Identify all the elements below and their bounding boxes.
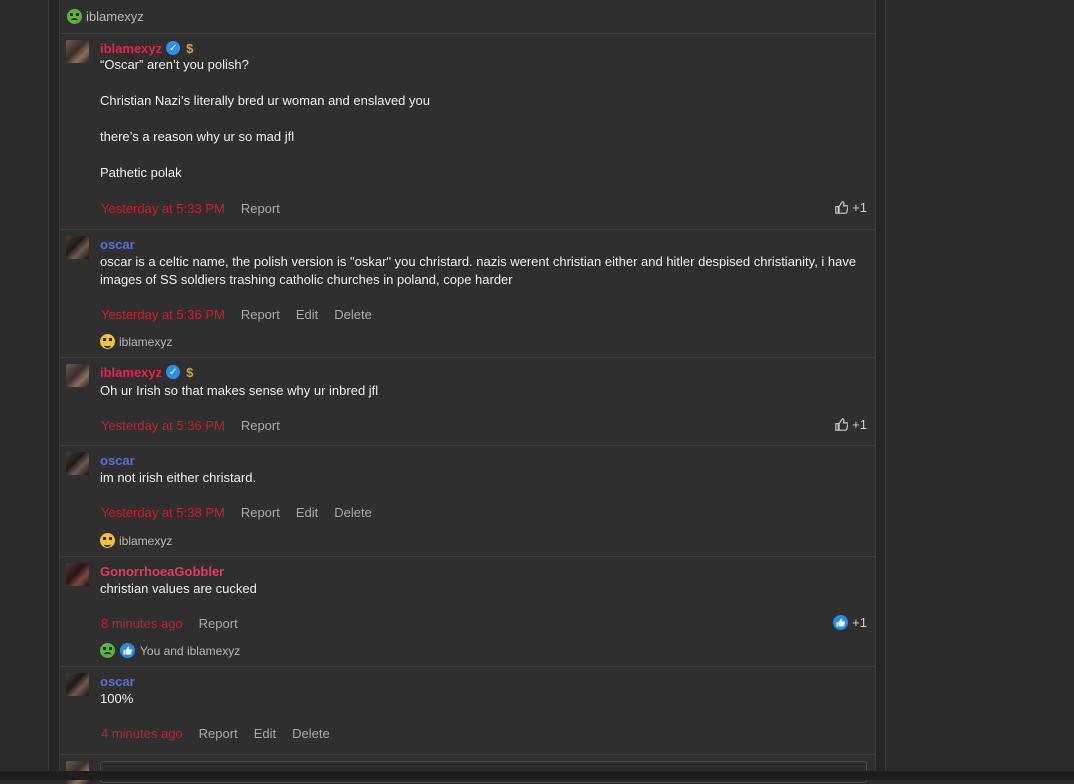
comment-meta: 8 minutes ago Report [100, 615, 238, 631]
comment: oscar im not irish either christard. Yes… [60, 446, 875, 557]
avatar[interactable] [66, 40, 89, 63]
reaction-summary[interactable]: iblamexyz [60, 0, 875, 34]
nerd-emoji-icon [100, 533, 115, 548]
comment-line: Oh ur Irish so that makes sense why ur i… [100, 383, 379, 398]
username[interactable]: GonorrhoeaGobbler [100, 564, 224, 579]
like-count: +1 [852, 417, 867, 432]
reaction-users[interactable]: iblamexyz [119, 335, 172, 349]
avatar[interactable] [66, 673, 89, 696]
reaction-users[interactable]: iblamexyz [119, 534, 172, 548]
comment-line: Christian Nazi’s literally bred ur woman… [100, 93, 430, 108]
reaction-users[interactable]: You and iblamexyz [140, 644, 240, 658]
comment-line: christian values are cucked [100, 581, 257, 596]
like-button[interactable]: +1 [835, 200, 867, 215]
comment: GonorrhoeaGobbler christian values are c… [60, 557, 875, 667]
comment: iblamexyz ✓ $ Oh ur Irish so that makes … [60, 358, 875, 446]
comment-meta: Yesterday at 5:36 PM Report Edit Delete [100, 306, 372, 322]
comment-meta: 4 minutes ago Report Edit Delete [100, 725, 330, 741]
timestamp[interactable]: Yesterday at 5:38 PM [101, 505, 225, 520]
reaction-users[interactable]: iblamexyz [86, 9, 144, 24]
sick-emoji-icon [100, 643, 115, 658]
comment-meta: Yesterday at 5:33 PM Report [100, 200, 280, 216]
reaction-summary[interactable]: iblamexyz [100, 533, 172, 548]
comment: iblamexyz ✓ $ “Oscar” aren’t you polish?… [60, 34, 875, 230]
timestamp[interactable]: Yesterday at 5:36 PM [101, 307, 225, 322]
avatar[interactable] [66, 452, 89, 475]
comment-header: oscar [100, 236, 135, 252]
report-button[interactable]: Report [241, 201, 280, 216]
bottom-bar [0, 771, 1074, 780]
timestamp[interactable]: 4 minutes ago [101, 726, 183, 741]
comment: oscar 100% 4 minutes ago Report Edit Del… [60, 667, 875, 755]
like-count: +1 [852, 615, 867, 630]
comment-body: “Oscar” aren’t you polish? Christian Naz… [100, 56, 430, 182]
username[interactable]: oscar [100, 674, 135, 689]
avatar[interactable] [66, 563, 89, 586]
report-button[interactable]: Report [199, 616, 238, 631]
username[interactable]: oscar [100, 453, 135, 468]
report-button[interactable]: Report [241, 505, 280, 520]
comment-meta: Yesterday at 5:38 PM Report Edit Delete [100, 504, 372, 520]
comment-line: “Oscar” aren’t you polish? [100, 57, 249, 72]
verified-badge-icon: ✓ [166, 365, 181, 379]
like-button[interactable]: +1 [835, 417, 867, 432]
avatar[interactable] [66, 364, 89, 387]
edit-button[interactable]: Edit [296, 307, 318, 322]
avatar[interactable] [66, 236, 89, 259]
report-button[interactable]: Report [241, 307, 280, 322]
delete-button[interactable]: Delete [334, 505, 372, 520]
thumbs-up-icon [835, 201, 849, 214]
delete-button[interactable]: Delete [334, 307, 372, 322]
reaction-summary[interactable]: iblamexyz [100, 334, 172, 349]
thumbs-up-icon [835, 418, 849, 431]
thread-container: iblamexyz iblamexyz ✓ $ “Oscar” aren’t y… [48, 0, 886, 784]
verified-badge-icon: ✓ [166, 41, 181, 55]
thumbs-up-icon [833, 615, 849, 630]
timestamp[interactable]: 8 minutes ago [101, 616, 183, 631]
comment-header: oscar [100, 673, 135, 689]
like-button[interactable]: +1 [833, 615, 867, 630]
username[interactable]: iblamexyz [100, 365, 162, 380]
thumbs-up-icon [120, 643, 135, 658]
edit-button[interactable]: Edit [296, 505, 318, 520]
comment-line: Pathetic polak [100, 165, 182, 180]
comment-header: iblamexyz ✓ $ [100, 40, 193, 56]
timestamp[interactable]: Yesterday at 5:36 PM [101, 418, 225, 433]
comment-header: iblamexyz ✓ $ [100, 364, 193, 380]
timestamp[interactable]: Yesterday at 5:33 PM [101, 201, 225, 216]
comment-meta: Yesterday at 5:36 PM Report [100, 417, 280, 433]
comment-line: im not irish either christard. [100, 470, 257, 485]
sick-emoji-icon [67, 9, 82, 24]
like-count: +1 [852, 200, 867, 215]
nerd-emoji-icon [100, 334, 115, 349]
username[interactable]: oscar [100, 237, 135, 252]
comment-header: GonorrhoeaGobbler [100, 563, 224, 579]
username[interactable]: iblamexyz [100, 41, 162, 56]
comment-line: oscar is a celtic name, the polish versi… [100, 254, 857, 287]
report-button[interactable]: Report [199, 726, 238, 741]
comment-header: oscar [100, 452, 135, 468]
comment-list: iblamexyz iblamexyz ✓ $ “Oscar” aren’t y… [59, 0, 876, 784]
comment-body: im not irish either christard. [100, 469, 256, 487]
comment-body: oscar is a celtic name, the polish versi… [100, 253, 865, 289]
comment-line: 100% [100, 691, 134, 706]
dollar-icon: $ [186, 40, 194, 56]
comment-line: there’s a reason why ur so mad jfl [100, 129, 295, 144]
comment-body: Oh ur Irish so that makes sense why ur i… [100, 382, 378, 400]
delete-button[interactable]: Delete [292, 726, 330, 741]
comment: oscar oscar is a celtic name, the polish… [60, 230, 875, 358]
reaction-summary[interactable]: You and iblamexyz [100, 643, 240, 658]
edit-button[interactable]: Edit [254, 726, 276, 741]
comment-body: 100% [100, 690, 133, 708]
dollar-icon: $ [186, 364, 194, 380]
report-button[interactable]: Report [241, 418, 280, 433]
comment-body: christian values are cucked [100, 580, 257, 598]
